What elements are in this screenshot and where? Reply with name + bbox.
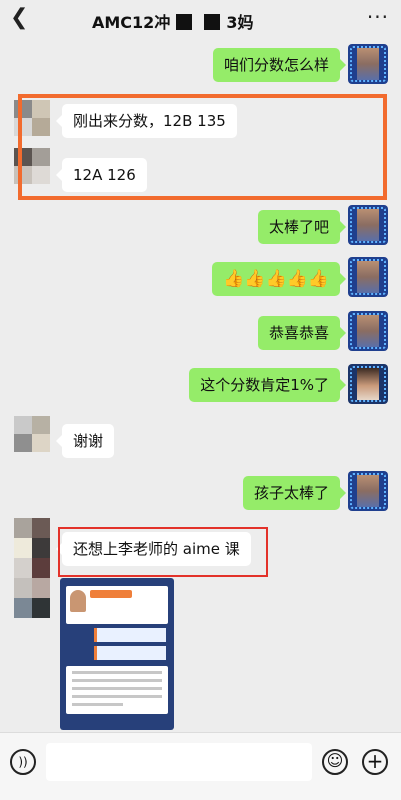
plus-icon[interactable]: + — [362, 749, 388, 775]
avatar[interactable] — [348, 471, 388, 511]
message-bubble-sent[interactable]: 咱们分数怎么样 — [212, 48, 347, 82]
chat-title-start: AMC12冲 — [92, 13, 171, 32]
avatar[interactable] — [14, 518, 50, 618]
more-dots-icon[interactable]: ··· — [367, 5, 389, 29]
message-bubble-sent[interactable]: 👍👍👍👍👍 — [212, 262, 346, 296]
avatar[interactable] — [348, 364, 388, 404]
highlight-box-orange — [18, 94, 387, 200]
avatar[interactable] — [14, 416, 50, 452]
message-bubble-sent[interactable]: 这个分数肯定1%了 — [189, 368, 346, 402]
chevron-left-icon[interactable]: ❮ — [10, 6, 28, 30]
voice-icon[interactable]: )) — [10, 749, 36, 775]
message-bubble-sent[interactable]: 孩子太棒了 — [242, 476, 347, 510]
chat-title-end: 3妈 — [226, 13, 254, 32]
chat-title: AMC12冲 3妈 — [92, 9, 253, 33]
avatar[interactable] — [348, 205, 388, 245]
highlight-box-red — [58, 527, 268, 577]
chat-header: ❮ AMC12冲 3妈 ··· — [0, 0, 401, 40]
message-bubble-sent[interactable]: 太棒了吧 — [257, 210, 347, 244]
message-bubble-received[interactable]: 谢谢 — [55, 424, 115, 458]
redaction-block — [176, 14, 193, 30]
message-input[interactable] — [46, 743, 312, 781]
avatar[interactable] — [348, 44, 388, 84]
message-bubble-sent[interactable]: 恭喜恭喜 — [257, 316, 347, 350]
redaction-block — [204, 14, 221, 30]
input-bar: )) ☺ + — [0, 732, 401, 800]
emoji-icon[interactable]: ☺ — [322, 749, 348, 775]
avatar[interactable] — [348, 257, 388, 297]
course-poster-image[interactable] — [60, 578, 174, 730]
avatar[interactable] — [348, 311, 388, 351]
